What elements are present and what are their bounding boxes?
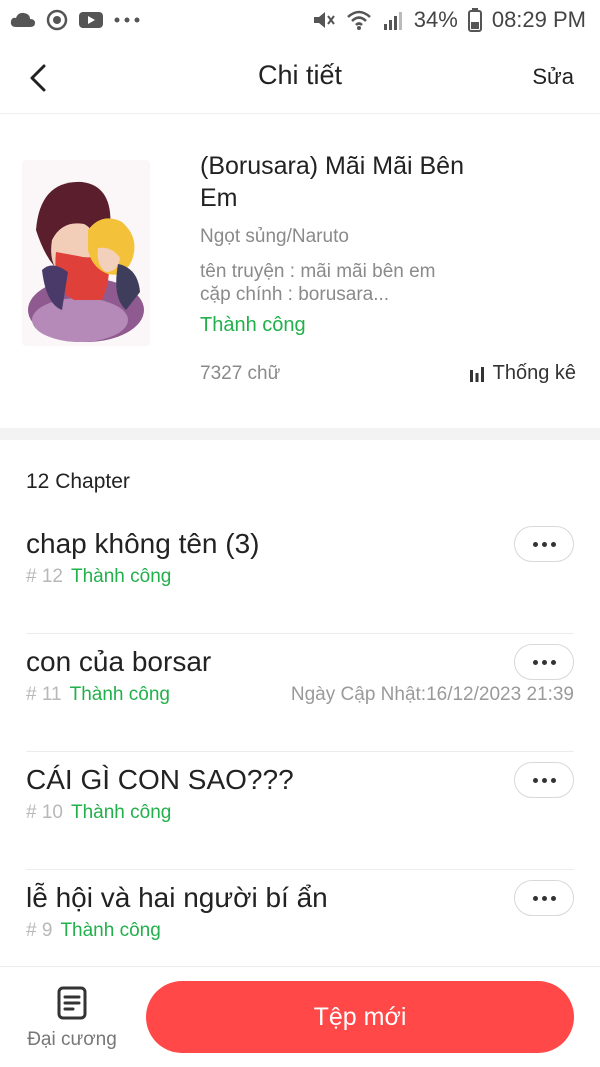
chapter-meta: # 9 Thành công xyxy=(26,920,161,942)
book-genre: Ngọt sủng/Naruto xyxy=(200,226,349,247)
chapter-updated-date: Ngày Cập Nhật:16/12/2023 21:39 xyxy=(290,684,574,705)
chapter-title: chap không tên (3) xyxy=(26,528,260,559)
chapter-item[interactable]: con của borsar # 11 Thành công Ngày Cập … xyxy=(0,634,600,752)
chapter-meta: # 10 Thành công xyxy=(26,802,171,824)
chapter-number: # 10 xyxy=(26,802,63,823)
battery-percent: 34% xyxy=(413,7,458,32)
chapter-title: con của borsar xyxy=(26,646,212,677)
status-bar: 34% 08:29 PM xyxy=(0,0,600,40)
chapter-status: Thành công xyxy=(71,566,172,587)
chapter-number: # 9 xyxy=(26,920,53,941)
more-dots-icon xyxy=(114,17,140,23)
signal-icon xyxy=(382,9,404,31)
book-description-line: cặp chính : borusara... xyxy=(200,284,390,305)
outline-button[interactable]: Đại cương xyxy=(22,985,122,1055)
chapter-title: lễ hội và hai người bí ẩn xyxy=(26,882,328,913)
chapter-meta: # 11 Thành công xyxy=(26,684,170,706)
status-left xyxy=(10,9,140,31)
battery-icon xyxy=(467,8,482,32)
chapter-number-value: 10 xyxy=(41,802,63,823)
book-meta: 7327 chữ Thống kê xyxy=(200,362,576,385)
chapter-number: # 11 xyxy=(26,684,62,705)
chapter-more-button[interactable] xyxy=(514,526,574,562)
page-title: Chi tiết xyxy=(257,60,343,90)
chapter-meta: # 12 Thành công xyxy=(26,566,171,588)
new-chapter-button[interactable]: Tệp mới xyxy=(146,981,574,1053)
book-cover-image[interactable] xyxy=(22,160,150,346)
youtube-icon xyxy=(78,10,104,30)
chapter-more-button[interactable] xyxy=(514,644,574,680)
chapter-title: CÁI GÌ CON SAO??? xyxy=(26,764,294,795)
chapter-number-value: 9 xyxy=(41,920,53,941)
book-description-line: tên truyện : mãi mãi bên em xyxy=(200,261,436,282)
stats-button[interactable]: Thống kê xyxy=(469,362,576,385)
mute-icon xyxy=(312,9,336,31)
chapter-count: 12 Chapter xyxy=(26,470,130,493)
stats-label: Thống kê xyxy=(492,362,576,384)
book-status: Thành công xyxy=(200,314,306,336)
chapter-more-button[interactable] xyxy=(514,880,574,916)
wifi-icon xyxy=(346,9,372,31)
chapter-status: Thành công xyxy=(60,920,161,941)
status-right: 34% 08:29 PM xyxy=(312,7,586,33)
chapter-number-value: 12 xyxy=(41,566,63,587)
cloud-icon xyxy=(10,11,36,29)
chapter-item[interactable]: chap không tên (3) # 12 Thành công xyxy=(0,516,600,634)
book-title: (Borusara) Mãi Mãi Bên Em xyxy=(200,152,464,212)
chapter-status: Thành công xyxy=(69,684,170,705)
chapter-item[interactable]: CÁI GÌ CON SAO??? # 10 Thành công xyxy=(0,752,600,870)
book-details: (Borusara) Mãi Mãi Bên Em Ngọt sủng/Naru… xyxy=(200,150,580,337)
clock: 08:29 PM xyxy=(491,7,586,32)
word-count: 7327 chữ xyxy=(200,362,281,384)
chapter-number-value: 11 xyxy=(41,684,62,705)
document-icon xyxy=(57,986,87,1020)
sync-icon xyxy=(46,9,68,31)
outline-label: Đại cương xyxy=(27,1029,117,1050)
chapter-status: Thành công xyxy=(71,802,172,823)
section-divider xyxy=(0,428,600,440)
bottom-bar: Đại cương Tệp mới xyxy=(0,966,600,1067)
chapter-more-button[interactable] xyxy=(514,762,574,798)
chapter-number: # 12 xyxy=(26,566,63,587)
edit-button[interactable]: Sửa xyxy=(532,64,574,90)
book-description: tên truyện : mãi mãi bên em cặp chính : … xyxy=(200,260,580,306)
book-info: (Borusara) Mãi Mãi Bên Em Ngọt sủng/Naru… xyxy=(0,114,600,428)
app-header: Chi tiết Sửa xyxy=(0,40,600,114)
bar-chart-icon xyxy=(469,366,484,382)
